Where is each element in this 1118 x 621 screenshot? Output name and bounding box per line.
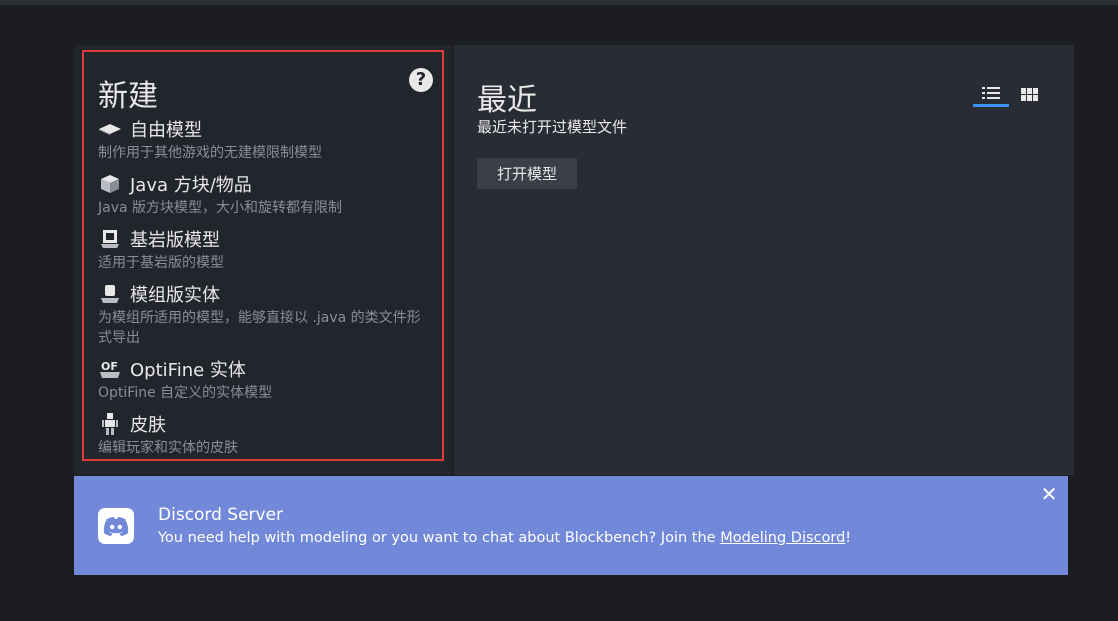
- format-item-bedrock-model[interactable]: 基岩版模型 适用于基岩版的模型: [98, 227, 428, 273]
- discord-icon: [98, 508, 134, 544]
- recent-section-title: 最近: [477, 83, 537, 118]
- format-item-title: OptiFine 实体: [130, 360, 246, 381]
- list-view-icon[interactable]: [973, 81, 1009, 107]
- discord-banner: Discord Server You need help with modeli…: [74, 476, 1068, 575]
- format-item-description: 为模组所适用的模型，能够直接以 .java 的类文件形式导出: [98, 310, 421, 346]
- format-item-description: 适用于基岩版的模型: [98, 255, 224, 271]
- format-item-java-block[interactable]: Java 方块/物品 Java 版方块模型，大小和旋转都有限制: [98, 172, 428, 218]
- optifine-entity-icon: OF: [98, 358, 122, 380]
- start-screen-panel: 新建 ? 自由模型 制作用于其他游戏的无建模限制模型 Java 方块/物品 Ja…: [74, 45, 1074, 475]
- new-section-title: 新建: [98, 79, 158, 114]
- java-block-icon: [98, 173, 122, 195]
- format-item-title: 自由模型: [130, 120, 202, 141]
- skin-icon: [98, 413, 122, 435]
- recent-empty-message: 最近未打开过模型文件: [477, 118, 628, 136]
- format-item-title: 基岩版模型: [130, 230, 220, 251]
- free-model-icon: [98, 118, 122, 140]
- discord-text-after: !: [845, 530, 852, 546]
- bedrock-model-icon: [98, 228, 122, 250]
- section-divider: [452, 45, 454, 475]
- format-item-title: 模组版实体: [130, 285, 220, 306]
- modeling-discord-link[interactable]: Modeling Discord: [720, 530, 845, 546]
- format-item-optifine-entity[interactable]: OF OptiFine 实体 OptiFine 自定义的实体模型: [98, 357, 428, 403]
- format-item-description: 编辑玩家和实体的皮肤: [98, 440, 238, 456]
- window-top-bar: [0, 0, 1118, 5]
- open-model-button[interactable]: 打开模型: [477, 158, 577, 189]
- format-item-description: 制作用于其他游戏的无建模限制模型: [98, 145, 322, 161]
- new-model-section: 新建 ? 自由模型 制作用于其他游戏的无建模限制模型 Java 方块/物品 Ja…: [74, 45, 452, 475]
- help-circle-icon[interactable]: ?: [409, 68, 433, 92]
- discord-banner-text: You need help with modeling or you want …: [158, 530, 851, 546]
- format-item-description: OptiFine 自定义的实体模型: [98, 385, 273, 401]
- format-item-description: Java 版方块模型，大小和旋转都有限制: [98, 200, 343, 216]
- svg-text:OF: OF: [101, 360, 118, 373]
- discord-text-before: You need help with modeling or you want …: [158, 530, 721, 546]
- discord-banner-title: Discord Server: [158, 505, 284, 525]
- grid-view-icon[interactable]: [1014, 81, 1044, 107]
- close-icon[interactable]: ✕: [1039, 484, 1059, 504]
- format-item-title: 皮肤: [130, 415, 166, 436]
- format-item-free-model[interactable]: 自由模型 制作用于其他游戏的无建模限制模型: [98, 117, 428, 163]
- format-item-title: Java 方块/物品: [130, 175, 252, 196]
- format-item-modded-entity[interactable]: 模组版实体 为模组所适用的模型，能够直接以 .java 的类文件形式导出: [98, 282, 428, 348]
- modded-entity-icon: [98, 283, 122, 305]
- format-item-skin[interactable]: 皮肤 编辑玩家和实体的皮肤: [98, 412, 428, 458]
